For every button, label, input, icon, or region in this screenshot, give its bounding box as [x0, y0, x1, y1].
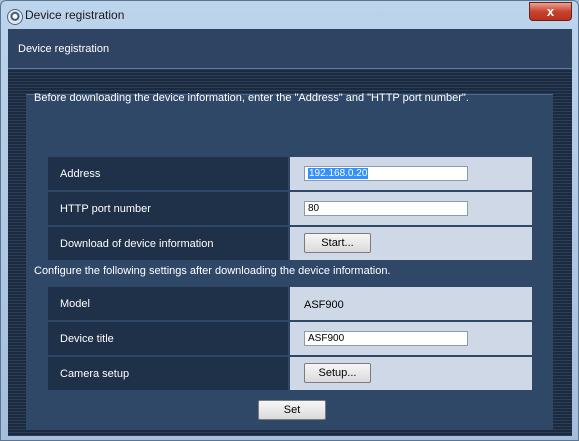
camera-setup-row: Camera setup Setup...	[48, 357, 532, 390]
page-title: Device registration	[18, 43, 110, 55]
http-port-label: HTTP port number	[48, 192, 288, 225]
close-button[interactable]: x	[529, 2, 572, 21]
window-title: Device registration	[25, 8, 125, 22]
download-row: Download of device information Start...	[48, 227, 532, 260]
set-button[interactable]: Set	[258, 400, 326, 420]
download-label: Download of device information	[48, 227, 288, 260]
device-title-input[interactable]: ASF900	[304, 331, 468, 346]
device-title-value-cell: ASF900	[290, 322, 532, 355]
model-row: Model ASF900	[48, 287, 532, 320]
title-bar[interactable]: Device registration x	[1, 1, 578, 29]
address-input[interactable]: 192.168.0.20	[304, 166, 468, 181]
start-button[interactable]: Start...	[304, 233, 371, 253]
device-title-row: Device title ASF900	[48, 322, 532, 355]
intro-text: Before downloading the device informatio…	[34, 92, 469, 104]
device-title-label: Device title	[48, 322, 288, 355]
address-row: Address 192.168.0.20	[48, 157, 532, 190]
camera-setup-label: Camera setup	[48, 357, 288, 390]
address-input-text: 192.168.0.20	[308, 168, 369, 179]
download-value-cell: Start...	[290, 227, 532, 260]
http-port-input[interactable]: 80	[304, 201, 468, 216]
http-port-row: HTTP port number 80	[48, 192, 532, 225]
model-value: ASF900	[304, 299, 344, 311]
app-icon	[7, 9, 23, 25]
address-value-cell: 192.168.0.20	[290, 157, 532, 190]
address-label: Address	[48, 157, 288, 190]
setup-button[interactable]: Setup...	[304, 363, 371, 383]
header-bar: Device registration	[8, 29, 572, 69]
section-note: Configure the following settings after d…	[34, 265, 391, 277]
model-label: Model	[48, 287, 288, 320]
http-port-value-cell: 80	[290, 192, 532, 225]
model-value-cell: ASF900	[290, 287, 532, 320]
camera-setup-value-cell: Setup...	[290, 357, 532, 390]
